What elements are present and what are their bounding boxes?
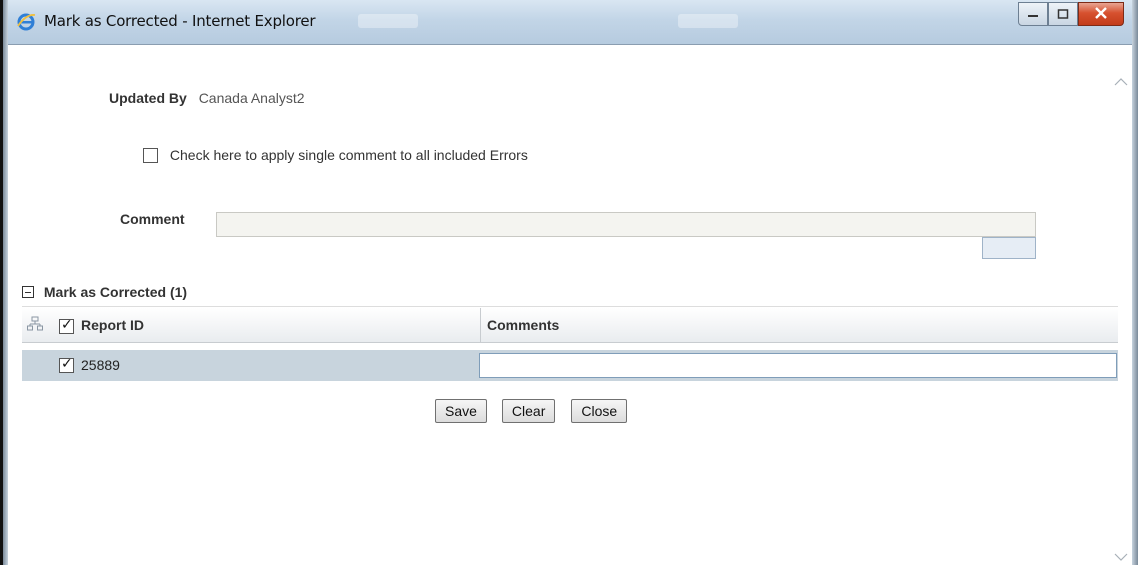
minus-icon[interactable] <box>22 286 34 299</box>
updated-by-value: Canada Analyst2 <box>198 90 305 106</box>
apply-all-checkbox[interactable] <box>143 147 158 163</box>
section-divider <box>22 306 1118 307</box>
row-checkbox[interactable] <box>59 356 74 373</box>
apply-all-label: Check here to apply single comment to al… <box>169 147 528 164</box>
comment-textarea[interactable] <box>216 212 1036 237</box>
minimize-icon <box>1027 6 1039 22</box>
select-all-checkbox[interactable] <box>59 317 74 334</box>
clear-button[interactable]: Clear <box>501 399 556 423</box>
action-buttons: Save Clear Close <box>435 399 628 423</box>
comment-resize-handle[interactable] <box>982 237 1036 259</box>
section-header: Mark as Corrected (1) <box>22 283 187 303</box>
table-row[interactable]: 25889 <box>22 350 1118 381</box>
window-frame-right <box>1132 0 1138 565</box>
section-title: Mark as Corrected (1) <box>43 284 188 301</box>
apply-all-row: Check here to apply single comment to al… <box>143 146 528 163</box>
dialog-content: Updated By Canada Analyst2 Check here to… <box>8 45 1132 565</box>
comment-label: Comment <box>120 211 185 227</box>
window-title: Mark as Corrected - Internet Explorer <box>44 12 316 30</box>
ie-logo-icon <box>16 12 36 32</box>
window-frame-left <box>0 0 8 565</box>
close-window-button[interactable] <box>1078 2 1124 26</box>
hierarchy-icon[interactable] <box>27 316 43 332</box>
scroll-down-icon[interactable] <box>1114 550 1128 564</box>
close-icon <box>1094 6 1108 22</box>
column-header-report-id[interactable]: Report ID <box>81 317 144 333</box>
column-divider <box>480 308 481 342</box>
title-bar: Mark as Corrected - Internet Explorer <box>8 0 1132 45</box>
grid-header: Report ID Comments <box>22 308 1118 343</box>
updated-by-label: Updated By <box>109 90 187 106</box>
background-tab-ghost <box>358 14 418 28</box>
report-id-cell: 25889 <box>81 357 120 373</box>
save-button[interactable]: Save <box>435 399 487 423</box>
maximize-icon <box>1057 6 1069 22</box>
updated-by-row: Updated By Canada Analyst2 <box>109 90 305 106</box>
window-controls <box>1018 2 1124 26</box>
row-comment-input[interactable] <box>479 353 1117 378</box>
scroll-up-icon[interactable] <box>1114 75 1128 89</box>
close-button[interactable]: Close <box>571 399 628 423</box>
minimize-button[interactable] <box>1018 2 1048 26</box>
maximize-button[interactable] <box>1048 2 1078 26</box>
column-header-comments[interactable]: Comments <box>487 317 559 333</box>
background-tab-ghost <box>678 14 738 28</box>
